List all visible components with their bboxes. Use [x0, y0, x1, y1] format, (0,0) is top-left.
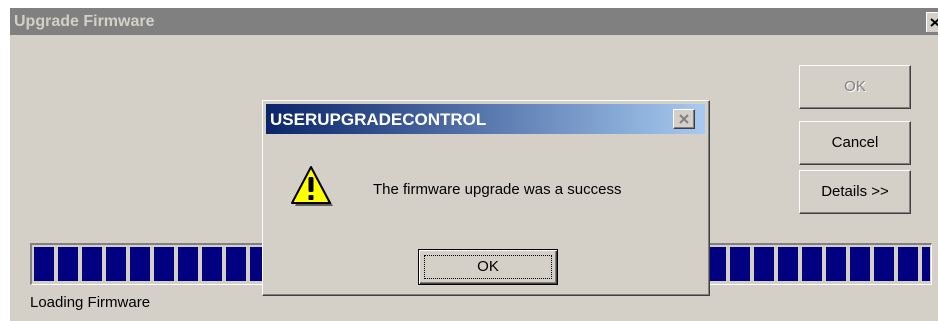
- details-button[interactable]: Details >>: [799, 170, 911, 214]
- dialog-close-button[interactable]: [673, 109, 695, 129]
- ok-button-disabled: OK: [799, 65, 911, 109]
- dialog-ok-button[interactable]: OK: [418, 249, 558, 285]
- main-close-button[interactable]: [926, 12, 938, 32]
- cancel-button[interactable]: Cancel: [799, 121, 911, 165]
- dialog-titlebar[interactable]: USERUPGRADECONTROL: [266, 104, 705, 134]
- main-titlebar[interactable]: Upgrade Firmware: [10, 8, 938, 35]
- close-icon: [930, 18, 938, 27]
- close-icon: [679, 114, 689, 124]
- status-text: Loading Firmware: [30, 294, 151, 311]
- dialog-title: USERUPGRADECONTROL: [270, 110, 487, 129]
- dialog-message: The firmware upgrade was a success: [373, 181, 622, 198]
- upgrade-success-dialog: USERUPGRADECONTROL The firmware upgrade …: [262, 100, 710, 296]
- ok-button-label: OK: [424, 255, 552, 279]
- warning-icon: [291, 166, 333, 206]
- main-window-title: Upgrade Firmware: [14, 13, 155, 30]
